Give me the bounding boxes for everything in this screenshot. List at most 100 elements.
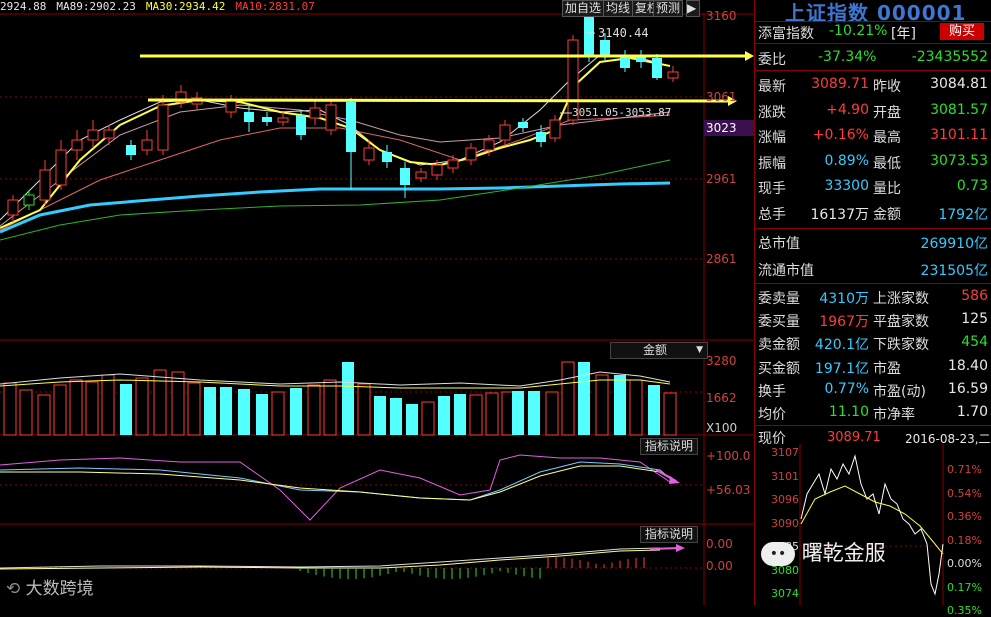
volume-bar <box>561 361 575 436</box>
candle <box>465 147 477 161</box>
buy-button[interactable]: 购买 <box>940 23 984 40</box>
float-cap-label: 流通市值 <box>758 263 814 279</box>
candle <box>309 107 321 119</box>
candle <box>23 194 35 206</box>
quote-value: 3073.53 <box>930 152 988 169</box>
intraday-price-tick: 3107 <box>771 446 799 459</box>
volume-bar <box>663 392 677 436</box>
indicator1-axis-tick: +56.03 <box>706 483 751 497</box>
quote-value: 3089.71 <box>811 76 869 92</box>
indicator2-help-button[interactable]: 指标说明 <box>640 526 699 543</box>
price-axis-current: 3023 <box>706 121 737 135</box>
volume-bar <box>578 362 590 435</box>
candle <box>103 129 115 139</box>
quote-value: 33300 <box>824 178 869 194</box>
ma30-label: MA30: <box>145 0 179 13</box>
stat-row: 均价 11.10 市净率 1.70 <box>755 402 991 424</box>
quote-label: 金额 <box>873 206 901 223</box>
quote-value: 3084.81 <box>930 76 988 92</box>
watermark-right: •• 曙乾金服 <box>761 537 886 567</box>
add-watchlist-button[interactable]: 加自选 <box>562 0 605 17</box>
volume-selector[interactable]: 金额 ▼ <box>610 342 708 359</box>
kline-chart[interactable] <box>0 0 754 605</box>
market-cap-label: 总市值 <box>758 236 800 252</box>
volume-bar <box>374 396 386 435</box>
market-cap-value: 269910亿 <box>920 236 988 252</box>
expand-icon[interactable]: ▶ <box>686 0 700 17</box>
indicator1-help-button[interactable]: 指标说明 <box>640 438 699 455</box>
volume-bar <box>629 379 643 436</box>
volume-bar <box>357 383 371 436</box>
stat-label: 市净率 <box>873 407 915 423</box>
candle <box>600 40 610 55</box>
candle <box>400 168 410 185</box>
ma-pink-line <box>0 114 671 231</box>
volume-bars <box>3 361 677 436</box>
indicator2-axis-tick: 0.00 <box>706 537 733 551</box>
stat-value: 454 <box>961 334 988 351</box>
watermark-left-text: 大数跨境 <box>25 579 94 599</box>
volume-bar <box>120 384 132 435</box>
volume-bar <box>256 394 268 435</box>
quote-value: 16137万 <box>810 206 869 223</box>
candle <box>141 139 153 151</box>
candle <box>87 129 99 141</box>
volume-bar <box>135 377 149 436</box>
candle <box>447 159 459 169</box>
volume-bar <box>238 389 250 435</box>
intraday-pct-tick: 0.17% <box>947 580 982 594</box>
stat-label: 市盈 <box>873 360 901 377</box>
stat-label: 委卖量 <box>758 291 800 307</box>
quote-value: +0.16% <box>812 127 869 143</box>
candle <box>415 171 427 179</box>
volume-axis-tick: 3280 <box>706 354 737 368</box>
volume-bar <box>204 387 216 435</box>
quote-row: 总手 16137万 金额 1792亿 <box>755 202 991 224</box>
volume-selector-label: 金额 <box>643 343 668 357</box>
stat-value: 586 <box>961 288 988 304</box>
quote-label: 振幅 <box>758 155 786 172</box>
quote-value: 0.89% <box>824 152 869 169</box>
quote-label: 最低 <box>873 155 901 172</box>
candle <box>536 132 546 142</box>
volume-bar <box>323 379 337 436</box>
price-axis-tick: 2961 <box>706 172 737 186</box>
fund-period[interactable]: [年] <box>891 23 916 43</box>
volume-bar <box>545 391 559 436</box>
stat-value: 420.1亿 <box>814 337 869 354</box>
candle <box>483 139 495 151</box>
moving-average-button[interactable]: 均线 <box>603 0 634 17</box>
volume-bar <box>187 382 201 436</box>
volume-axis-tick: 1662 <box>706 391 737 405</box>
candle <box>325 104 337 131</box>
volume-axis-unit: X100 <box>706 421 738 435</box>
candle <box>667 71 679 79</box>
quote-panel: 上证指数 000001 添富指数 -10.21% [年] 购买 委比 -37.3… <box>754 0 991 617</box>
stat-value: 4310万 <box>819 291 869 307</box>
quote-row: 振幅 0.89% 最低 3073.53 <box>755 151 991 173</box>
volume-bar <box>69 379 83 436</box>
volume-bar <box>271 391 285 436</box>
stat-value: 16.59 <box>947 380 988 397</box>
candle <box>549 119 561 139</box>
predict-button[interactable]: 预测 <box>653 0 684 17</box>
quote-label: 量比 <box>873 181 901 197</box>
volume-bar <box>290 388 302 435</box>
intraday-price-tick: 3101 <box>771 469 799 483</box>
quote-value: 3081.57 <box>930 101 988 118</box>
candle <box>652 58 662 78</box>
stat-label: 买金额 <box>758 360 800 377</box>
volume-bar <box>614 375 626 435</box>
stat-row: 换手 0.77% 市盈(动) 16.59 <box>755 379 991 401</box>
candle <box>157 104 169 151</box>
volume-bar <box>19 389 33 436</box>
stat-value: 0.77% <box>824 380 869 397</box>
ma10-label: MA10: <box>235 0 269 13</box>
candle <box>431 164 443 176</box>
volume-bar <box>390 398 402 435</box>
candle <box>126 145 136 155</box>
candle <box>39 169 51 201</box>
quote-row: 最新 3089.71 昨收 3084.81 <box>755 74 991 96</box>
wechat-icon: •• <box>761 542 795 566</box>
ma-green-line <box>0 159 671 241</box>
